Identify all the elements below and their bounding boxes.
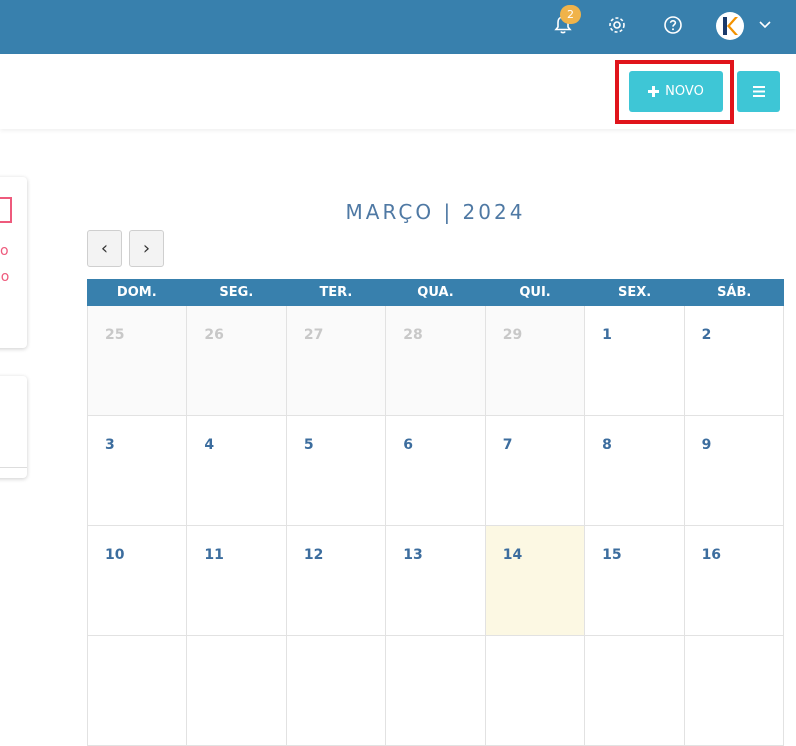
calendar-day[interactable]: 8: [585, 416, 685, 526]
calendar-day[interactable]: 6: [386, 416, 486, 526]
calendar-weekday-header: DOM. SEG. TER. QUA. QUI. SEX. SÁB.: [87, 279, 784, 306]
calendar-day[interactable]: [585, 636, 685, 746]
calendar-day-today[interactable]: 14: [485, 526, 586, 636]
calendar-day[interactable]: 28: [386, 306, 486, 416]
new-button-label: NOVO: [665, 84, 704, 99]
side-card[interactable]: o ido: [0, 177, 27, 348]
calendar-day[interactable]: [386, 636, 486, 746]
weekday-label: TER.: [319, 285, 353, 300]
hamburger-icon: [752, 86, 765, 97]
calendar-day[interactable]: 1: [585, 306, 685, 416]
calendar-day[interactable]: [88, 636, 188, 746]
next-month-button[interactable]: ›: [129, 230, 164, 267]
top-header-bar: 2: [0, 0, 796, 54]
chevron-down-icon[interactable]: [752, 12, 778, 38]
card-marker: [0, 197, 12, 223]
help-icon[interactable]: [660, 12, 686, 38]
weekday-label: SEG.: [219, 285, 254, 300]
prev-month-button[interactable]: ‹: [87, 230, 122, 267]
side-card[interactable]: [0, 376, 27, 478]
calendar-grid: 25 26 27 28 29 1 2 3 4 5 6 7 8 9 10 11 1…: [87, 306, 784, 746]
gear-icon[interactable]: [604, 12, 630, 38]
new-button[interactable]: NOVO: [629, 71, 723, 112]
calendar-day[interactable]: 15: [585, 526, 685, 636]
calendar-day[interactable]: 4: [187, 416, 287, 526]
menu-button[interactable]: [737, 71, 780, 112]
calendar-day[interactable]: [187, 636, 287, 746]
calendar-day[interactable]: 3: [88, 416, 188, 526]
divider: [0, 467, 27, 468]
weekday-label: SEX.: [618, 285, 652, 300]
calendar-day[interactable]: 9: [684, 416, 784, 526]
calendar-day[interactable]: 11: [187, 526, 287, 636]
avatar[interactable]: [716, 12, 744, 40]
calendar-day[interactable]: 2: [684, 306, 784, 416]
weekday-label: QUA.: [417, 285, 454, 300]
card-text: ido: [0, 269, 10, 285]
calendar-day[interactable]: 25: [88, 306, 188, 416]
calendar-day[interactable]: 12: [286, 526, 387, 636]
calendar-day[interactable]: 26: [187, 306, 287, 416]
weekday-label: SÁB.: [717, 285, 752, 300]
calendar-day[interactable]: 29: [485, 306, 586, 416]
weekday-label: DOM.: [116, 285, 157, 300]
calendar-day[interactable]: [684, 636, 784, 746]
calendar-day[interactable]: 5: [286, 416, 387, 526]
notification-badge: 2: [560, 5, 581, 24]
plus-icon: [648, 86, 660, 97]
calendar-day[interactable]: 7: [485, 416, 586, 526]
calendar-day[interactable]: 16: [684, 526, 784, 636]
calendar-day[interactable]: [286, 636, 387, 746]
calendar-day[interactable]: 10: [88, 526, 188, 636]
calendar-day[interactable]: 13: [386, 526, 486, 636]
weekday-label: QUI.: [519, 285, 551, 300]
month-title: MARÇO | 2024: [345, 200, 526, 224]
calendar-day[interactable]: [485, 636, 586, 746]
calendar-day[interactable]: 27: [286, 306, 387, 416]
card-text: o: [0, 243, 9, 259]
